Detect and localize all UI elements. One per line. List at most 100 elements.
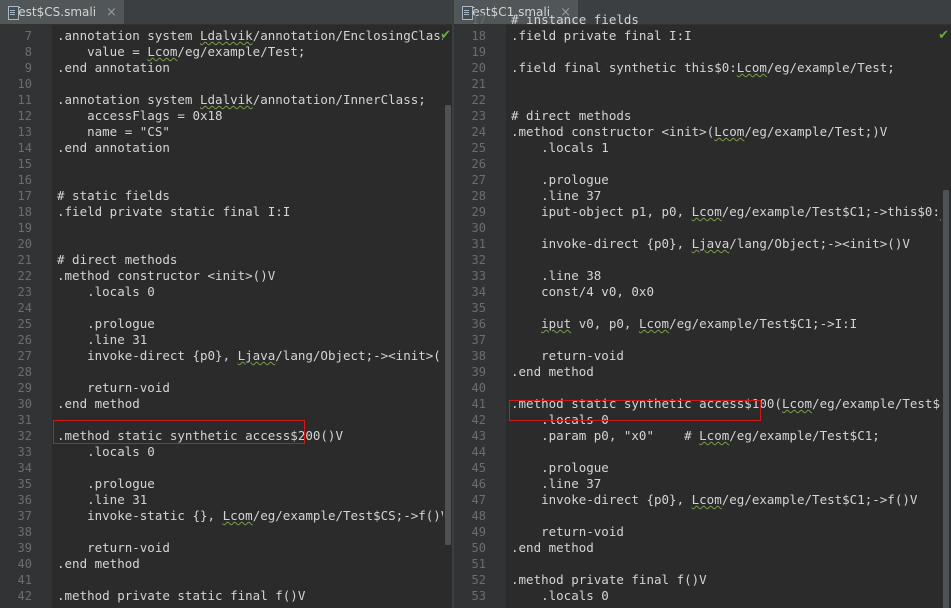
left-editor-pane: Test$CS.smali × 7 8 9 10 11 12 13 14 15 16 17 18 19 2… [0,0,453,608]
line-number: 46 [471,477,486,491]
line-number: 26 [471,157,486,171]
code-line: .locals 0 [57,444,155,460]
line-number: 31 [17,413,32,427]
line-number: 39 [17,541,32,555]
code-line: .field private static final I:I [57,204,290,220]
code-line: .end method [511,364,594,380]
code-text: .annotation system [57,28,200,43]
code-text: invoke-direct {p0}, [511,236,692,251]
line-number-gutter: 7 8 9 10 11 12 13 14 15 16 17 18 19 20 21 22 23 24 25 26 27 2… [0,25,52,608]
unresolved-reference: Ljava [237,348,276,363]
scrollbar-thumb[interactable] [943,190,949,608]
code-text: /eg/example/Test$C1;->f()V [721,492,918,507]
unresolved-reference: Lcom [638,316,670,331]
code-line: return-void [57,540,170,556]
code-editor[interactable]: .annotation system Ldalvik/annotation/En… [53,25,453,608]
line-number: 32 [471,253,486,267]
line-number: 52 [471,573,486,587]
close-icon[interactable]: × [106,5,117,20]
line-number: 42 [17,589,32,603]
code-text: .annotation system [57,92,200,107]
line-number: 14 [17,141,32,155]
line-number: 19 [17,221,32,235]
code-text: .field private final I:I [511,28,692,43]
check-icon: ✔ [440,28,451,43]
unresolved-reference: Ljava [691,236,730,251]
code-text: return-void [57,380,170,395]
line-number: 32 [17,429,32,443]
code-line: invoke-direct {p0}, Lcom/eg/example/Test… [511,492,917,508]
code-text: const/4 v0, 0x0 [511,284,654,299]
line-number: 31 [471,237,486,251]
code-editor[interactable]: # instance fields .field private final I:… [507,12,951,608]
code-text: .param p0, "x0" # [511,428,700,443]
line-number: 39 [471,365,486,379]
code-line: .line 37 [511,188,601,204]
line-number: 26 [17,333,32,347]
code-text: .end method [511,364,594,379]
vertical-scrollbar[interactable] [941,25,951,608]
scrollbar-thumb[interactable] [445,105,451,545]
code-text: .locals 0 [511,588,609,603]
code-text: .method private final f()V [511,572,707,587]
unresolved-reference: Lcom [691,204,722,219]
code-text: .prologue [57,476,155,491]
line-number: 27 [471,173,486,187]
code-text: # direct methods [57,252,178,267]
line-number: 33 [471,269,486,283]
code-line: .method private static final f()V [57,588,305,604]
line-number: 35 [471,301,486,315]
code-text: .end method [511,540,594,555]
line-number: 41 [471,397,486,411]
code-line: .line 31 [57,492,147,508]
check-icon: ✔ [938,28,949,43]
line-number: 37 [471,333,486,347]
line-number: 30 [17,397,32,411]
line-number: 21 [17,253,32,267]
line-number: 22 [17,269,32,283]
line-number: 41 [17,573,32,587]
code-line: .prologue [57,476,155,492]
code-line: .locals 0 [511,588,609,604]
line-number: 12 [17,109,32,123]
line-number: 11 [17,93,32,107]
code-text: .method constructor <init>( [511,124,715,139]
tab-test-cs-smali[interactable]: Test$CS.smali × [0,0,124,24]
code-line: .locals 1 [511,140,609,156]
line-number: 17 [471,13,486,27]
line-number: 45 [471,461,486,475]
code-text: .method constructor <init>()V [57,268,276,283]
code-text: # static fields [57,188,170,203]
code-line: .end method [57,556,140,572]
code-line: .method constructor <init>()V [57,268,275,284]
code-line: .line 38 [511,268,601,284]
line-number: 35 [17,477,32,491]
line-number: 24 [471,125,486,139]
line-number: 21 [471,77,486,91]
code-text: .line 37 [511,188,602,203]
code-text: .locals 0 [57,284,155,299]
code-line: name = "CS" [57,124,170,140]
code-text: v0, p0, [571,316,639,331]
code-text: invoke-direct {p0}, [511,492,692,507]
code-text: .prologue [57,316,155,331]
code-line: .line 37 [511,476,601,492]
code-text: return-void [511,524,624,539]
code-line: # direct methods [57,252,177,268]
line-number: 18 [17,205,32,219]
line-number: 50 [471,541,486,555]
line-number: 36 [471,317,486,331]
highlight-box-access200 [53,420,305,444]
code-line: .end method [57,396,140,412]
line-number: 19 [471,45,486,59]
line-number: 24 [17,301,32,315]
unresolved-reference: Lcom [714,124,745,139]
line-number: 38 [471,349,486,363]
code-line: .field private final I:I [511,28,692,44]
code-line: .method private final f()V [511,572,707,588]
code-line: value = Lcom/eg/example/Test; [57,44,305,60]
code-line: .end method [511,540,594,556]
code-text: /eg/example/Test$CS;->f()V [252,508,449,523]
code-text: /annotation/InnerClass; [252,92,426,107]
line-number: 28 [17,365,32,379]
